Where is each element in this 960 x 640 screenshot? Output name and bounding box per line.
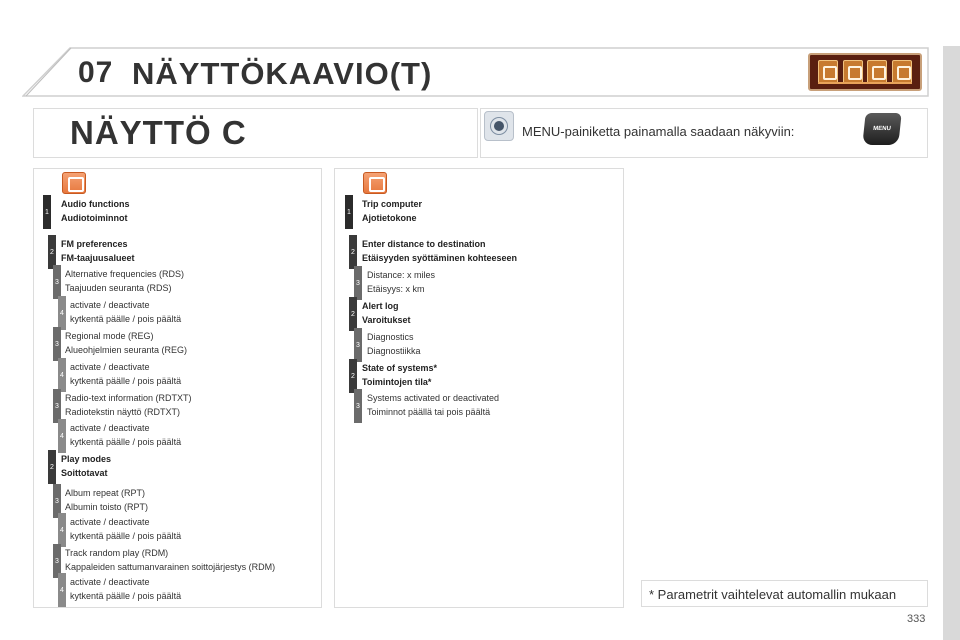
item-label-en: Alternative frequencies (RDS) [65,269,185,279]
item-label-en: Radio-text information (RDTXT) [65,393,192,403]
menu-button-illustration: MENU [862,113,902,145]
fuel-icon [363,172,387,194]
item-label-fi: Varoitukset [362,315,411,325]
item-label-fi: Etäisyys: x km [367,284,425,294]
chapter-title: NÄYTTÖKAAVIO(T) [132,56,433,91]
page-number: 333 [907,613,926,625]
level-badge: 3 [53,265,61,299]
item-label-en: activate / deactivate [70,577,150,587]
item-label-fi: FM-taajuusalueet [61,253,135,263]
item-label-fi: Toimintojen tila* [362,377,432,387]
item-label-en: activate / deactivate [70,300,150,310]
fuel-icon [891,60,912,84]
item-label-fi: Taajuuden seuranta (RDS) [65,283,172,293]
level-badge: 4 [58,419,66,453]
item-label-en: Audio functions [61,199,130,209]
item-label-fi: Radiotekstin näyttö (RDTXT) [65,407,181,417]
item-label-fi: kytkentä päälle / pois päältä [70,591,182,601]
trip-icon [842,60,863,84]
audio-icon [818,60,839,84]
level-badge: 2 [349,359,357,393]
item-label-en: Play modes [61,454,112,464]
item-label-fi: Toiminnot päällä tai pois päältä [367,407,491,417]
item-label-fi: kytkentä päälle / pois päältä [70,314,182,324]
item-label-fi: Albumin toisto (RPT) [65,502,149,512]
item-label-en: Trip computer [362,199,423,209]
level-badge: 1 [43,195,51,229]
item-label-fi: Kappaleiden sattumanvarainen soittojärje… [65,562,276,572]
info-text: MENU-painiketta painamalla saadaan näkyv… [522,124,795,139]
level-badge: 2 [48,235,56,269]
item-label-en: activate / deactivate [70,517,150,527]
level-badge: 3 [53,327,61,361]
item-label-en: activate / deactivate [70,423,150,433]
item-label-fi: kytkentä päälle / pois päältä [70,531,182,541]
level-badge: 4 [58,513,66,547]
level-badge: 2 [48,450,56,484]
level-badge: 4 [58,296,66,330]
item-label-en: Alert log [362,301,399,311]
item-label-fi: Diagnostiikka [367,346,421,356]
level-badge: 3 [354,266,362,300]
item-label-fi: Ajotietokone [362,213,417,223]
item-label-en: FM preferences [61,239,128,249]
item-label-en: Systems activated or deactivated [367,393,500,403]
item-label-fi: kytkentä päälle / pois päältä [70,376,182,386]
footnote: * Parametrit vaihtelevat automallin muka… [649,587,897,602]
item-label-en: Album repeat (RPT) [65,488,146,498]
item-label-en: Track random play (RDM) [65,548,169,558]
settings-icon [867,60,888,84]
item-label-fi: Soittotavat [61,468,108,478]
item-label-en: Diagnostics [367,332,414,342]
level-badge: 4 [58,573,66,607]
item-label-en: activate / deactivate [70,362,150,372]
item-label-fi: Alueohjelmien seuranta (REG) [65,345,188,355]
level-badge: 3 [354,328,362,362]
item-label-en: Enter distance to destination [362,239,486,249]
section-title: NÄYTTÖ C [70,114,247,151]
audio-icon [62,172,86,194]
item-label-fi: kytkentä päälle / pois päältä [70,437,182,447]
item-label-en: Distance: x miles [367,270,436,280]
level-badge: 4 [58,358,66,392]
level-badge: 3 [53,389,61,423]
item-label-en: Regional mode (REG) [65,331,154,341]
page-edge-strip [943,46,960,640]
level-badge: 1 [345,195,353,229]
item-label-fi: Audiotoiminnot [61,213,128,223]
chapter-number: 07 [78,56,114,89]
banner-divider [818,82,912,84]
level-badge: 2 [349,297,357,331]
item-label-en: State of systems* [362,363,438,373]
bulb-icon [484,111,514,141]
level-badge: 3 [354,389,362,423]
item-label-fi: Etäisyyden syöttäminen kohteeseen [362,253,518,263]
display-icons-banner [808,53,922,91]
level-badge: 2 [349,235,357,269]
